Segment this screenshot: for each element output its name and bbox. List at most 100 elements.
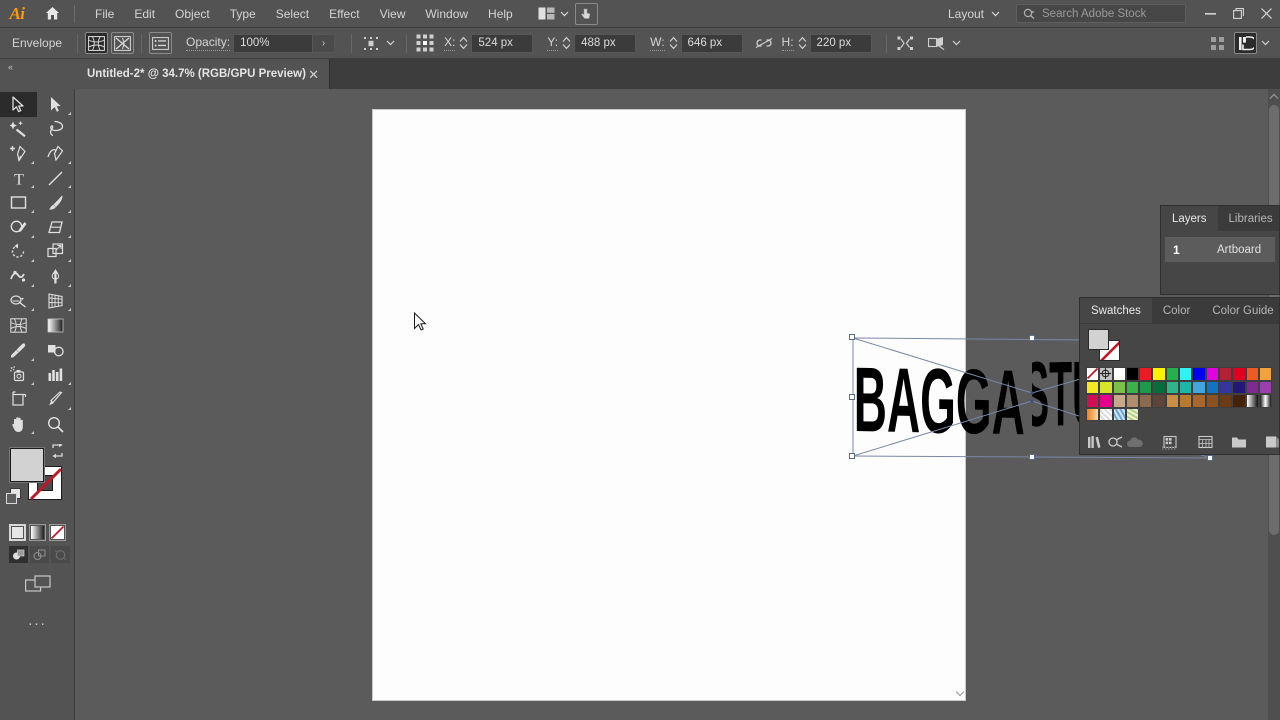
arrange-chevron-down-icon[interactable] xyxy=(558,11,575,17)
shape-builder-icon[interactable] xyxy=(925,32,948,54)
swatch-coffee[interactable] xyxy=(1218,394,1233,408)
opacity-input[interactable]: 100% xyxy=(233,33,314,53)
swatch-pink[interactable] xyxy=(1099,394,1113,408)
gradient-tool[interactable] xyxy=(37,313,74,338)
swatch-libraries-icon[interactable] xyxy=(1086,432,1104,452)
collapse-panel-icon[interactable]: « xyxy=(0,59,13,72)
swatch-tan[interactable] xyxy=(1112,394,1126,408)
swatch-black[interactable] xyxy=(1125,367,1140,381)
swatch-blue-b[interactable] xyxy=(1205,380,1219,394)
symbol-sprayer-tool[interactable] xyxy=(0,363,37,388)
w-input[interactable]: 646 px xyxy=(680,33,743,53)
swatch-green-c[interactable] xyxy=(1139,380,1153,394)
handle-bottom-center[interactable] xyxy=(1029,454,1035,460)
shaper-tool[interactable] xyxy=(0,215,37,240)
add-to-library-icon[interactable] xyxy=(1126,432,1144,452)
swatch-magenta[interactable] xyxy=(1205,367,1219,381)
artboard[interactable]: BAGGA STUDIOS xyxy=(372,109,1213,701)
column-graph-tool[interactable] xyxy=(37,363,74,388)
hand-tool[interactable] xyxy=(0,412,37,437)
tab-swatches[interactable]: Swatches xyxy=(1080,298,1152,323)
direct-selection-tool[interactable] xyxy=(37,92,74,117)
properties-chevron-down-icon[interactable] xyxy=(1257,40,1274,46)
swatch-white[interactable] xyxy=(1112,367,1126,381)
rectangle-tool[interactable] xyxy=(0,190,37,215)
menu-file[interactable]: File xyxy=(85,3,124,25)
swatch-tan-b[interactable] xyxy=(1125,394,1140,408)
x-input[interactable]: 524 px xyxy=(471,33,534,53)
tab-color[interactable]: Color xyxy=(1152,298,1201,323)
swatch-cyan[interactable] xyxy=(1179,367,1193,381)
swatch-crimson[interactable] xyxy=(1086,394,1100,408)
swatch-purple[interactable] xyxy=(1245,380,1259,394)
swatch-gradient-bw[interactable] xyxy=(1245,394,1259,408)
handle-bottom-left[interactable] xyxy=(849,453,855,459)
maximize-icon[interactable] xyxy=(1224,0,1252,28)
draw-inside-button[interactable] xyxy=(51,546,70,564)
swatch-dark-brown[interactable] xyxy=(1152,394,1166,408)
handle-middle-left[interactable] xyxy=(849,394,855,400)
home-icon[interactable] xyxy=(34,0,70,28)
menu-edit[interactable]: Edit xyxy=(124,3,165,25)
color-mode-button[interactable] xyxy=(9,524,26,542)
menu-select[interactable]: Select xyxy=(266,3,319,25)
swatch-pattern-green[interactable] xyxy=(1125,407,1140,421)
swatch-yellow-b[interactable] xyxy=(1086,380,1100,394)
minimize-icon[interactable] xyxy=(1196,0,1224,28)
envelope-warp-icon[interactable] xyxy=(111,32,135,54)
type-tool[interactable]: T xyxy=(0,166,37,191)
menu-object[interactable]: Object xyxy=(165,3,220,25)
artboard-tool[interactable] xyxy=(0,387,37,412)
swatch-umber[interactable] xyxy=(1205,394,1219,408)
swatch-sky[interactable] xyxy=(1192,380,1206,394)
zoom-tool[interactable] xyxy=(37,412,74,437)
document-tab[interactable]: Untitled-2* @ 34.7% (RGB/GPU Preview) ✕ xyxy=(75,59,330,89)
align-icon[interactable] xyxy=(359,32,382,54)
envelope-options-icon[interactable] xyxy=(149,32,173,54)
touch-workspace-icon[interactable] xyxy=(574,2,598,25)
swatch-dark-red[interactable] xyxy=(1218,367,1233,381)
swatch-red-2[interactable] xyxy=(1232,367,1246,381)
swatch-amber[interactable] xyxy=(1258,367,1273,381)
swatch-navy[interactable] xyxy=(1232,380,1246,394)
handle-top-left[interactable] xyxy=(849,334,855,340)
new-swatch-icon[interactable] xyxy=(1231,432,1249,452)
free-transform-tool[interactable] xyxy=(37,264,74,289)
blend-tool[interactable] xyxy=(37,338,74,363)
change-screen-mode-icon[interactable] xyxy=(0,563,75,595)
lasso-tool[interactable] xyxy=(37,117,74,142)
tab-layers[interactable]: Layers xyxy=(1161,206,1218,231)
selection-tool[interactable] xyxy=(0,92,37,117)
scroll-up-icon[interactable] xyxy=(1268,89,1280,103)
envelope-mesh-icon[interactable] xyxy=(85,32,109,54)
close-icon[interactable] xyxy=(1252,0,1280,28)
perspective-grid-tool[interactable] xyxy=(37,289,74,314)
rotate-tool[interactable] xyxy=(0,240,37,265)
swatch-ochre[interactable] xyxy=(1179,394,1193,408)
swatch-light-green[interactable] xyxy=(1112,380,1126,394)
w-stepper[interactable] xyxy=(668,33,679,53)
menu-type[interactable]: Type xyxy=(220,3,266,25)
width-tool[interactable] xyxy=(0,264,37,289)
layout-switcher[interactable]: Layout xyxy=(938,0,1010,28)
line-segment-tool[interactable] xyxy=(37,166,74,191)
none-mode-button[interactable] xyxy=(49,524,66,542)
draw-normal-button[interactable] xyxy=(9,546,28,564)
draw-behind-button[interactable] xyxy=(30,546,49,564)
unlink-proportions-icon[interactable] xyxy=(753,32,776,54)
new-color-group-icon[interactable] xyxy=(1197,432,1215,452)
layer-row[interactable]: 1 Artboard xyxy=(1165,237,1275,262)
swatch-sienna[interactable] xyxy=(1192,394,1206,408)
swatch-violet[interactable] xyxy=(1258,380,1273,394)
swatch-none[interactable] xyxy=(1086,367,1100,381)
gradient-mode-button[interactable] xyxy=(29,524,46,542)
tab-libraries[interactable]: Libraries xyxy=(1218,206,1280,231)
swatch-dark-green[interactable] xyxy=(1152,380,1166,394)
swatch-indigo[interactable] xyxy=(1218,380,1233,394)
more-options-icon[interactable] xyxy=(1206,32,1229,54)
x-stepper[interactable] xyxy=(458,33,469,53)
eyedropper-tool[interactable] xyxy=(0,338,37,363)
menu-help[interactable]: Help xyxy=(478,3,523,25)
swatch-red[interactable] xyxy=(1139,367,1153,381)
swatch-teal[interactable] xyxy=(1165,380,1180,394)
